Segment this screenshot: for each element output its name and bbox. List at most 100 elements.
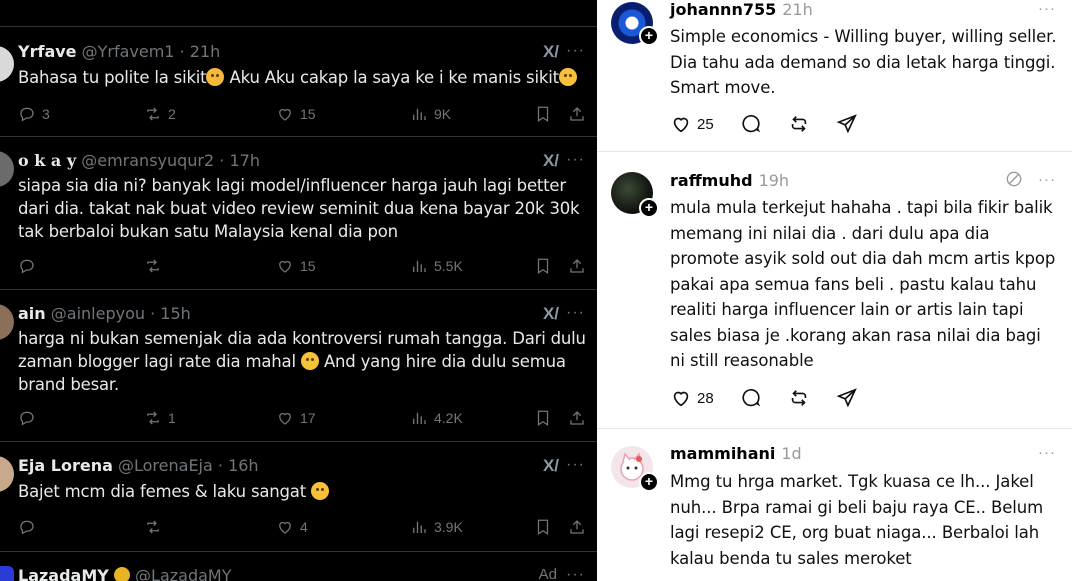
post-text: mula mula terkejut hahaha . tapi bila fi…	[670, 198, 1056, 370]
tweet[interactable]: o k a y @emransyuqur2 · 17h X/ ··· siapa…	[0, 137, 597, 290]
views-button[interactable]: 5.5K	[410, 254, 463, 278]
bookmark-button[interactable]	[534, 406, 552, 430]
handle[interactable]: @emransyuqur2	[81, 151, 214, 170]
avatar[interactable]	[0, 304, 14, 340]
username[interactable]: mammihani	[670, 444, 775, 463]
promoted-tweet[interactable]: LazadaMY @LazadaMY Ad ···	[0, 552, 597, 581]
avatar[interactable]	[0, 566, 14, 581]
views-button[interactable]: 4.2K	[410, 406, 463, 430]
share-button[interactable]	[836, 387, 858, 409]
display-name[interactable]: Yrfave	[18, 42, 77, 61]
grok-icon[interactable]: X/	[543, 304, 559, 324]
post-text: Simple economics - Willing buyer, willin…	[670, 27, 1057, 97]
timestamp[interactable]: 21h	[782, 0, 813, 19]
tweet-actions: 15 5.5K	[18, 254, 588, 278]
like-button[interactable]: 17	[276, 406, 316, 430]
views-count: 5.5K	[434, 258, 463, 274]
hidden-icon[interactable]	[1004, 169, 1024, 194]
follow-plus-icon[interactable]: +	[639, 198, 659, 218]
share-button[interactable]	[568, 254, 586, 278]
handle[interactable]: @Yrfavem1	[82, 42, 175, 61]
reply-button[interactable]	[18, 515, 42, 539]
username[interactable]: johannn755	[670, 0, 776, 19]
tweet[interactable]: Yrfave @Yrfavem1 · 21h X/ ··· Bahasa tu …	[0, 0, 597, 137]
more-options-icon[interactable]: ···	[1038, 171, 1056, 188]
follow-plus-icon[interactable]: +	[639, 472, 659, 492]
like-count: 17	[300, 410, 316, 426]
share-button[interactable]	[568, 515, 586, 539]
timestamp[interactable]: 16h	[228, 456, 259, 475]
grok-icon[interactable]: X/	[543, 151, 559, 171]
separator: ·	[214, 151, 230, 170]
bookmark-button[interactable]	[534, 254, 552, 278]
reply-icon	[18, 257, 36, 275]
avatar[interactable]	[0, 46, 14, 82]
like-count: 28	[697, 389, 714, 407]
follow-plus-icon[interactable]: +	[639, 26, 659, 46]
handle[interactable]: @LazadaMY	[135, 566, 231, 581]
timestamp[interactable]: 21h	[190, 42, 221, 61]
send-icon	[836, 114, 857, 134]
display-name[interactable]: o k a y	[18, 151, 76, 170]
handle[interactable]: @LorenaEja	[118, 456, 213, 475]
reply-count: 3	[42, 106, 50, 122]
repost-button[interactable]	[144, 254, 168, 278]
share-button[interactable]	[568, 102, 586, 126]
grok-icon[interactable]: X/	[543, 42, 559, 62]
like-button[interactable]: 28	[670, 387, 714, 409]
like-button[interactable]: 4	[276, 515, 308, 539]
repost-button[interactable]	[788, 387, 810, 409]
reply-button[interactable]	[18, 406, 42, 430]
display-name[interactable]: Eja Lorena	[18, 456, 113, 475]
repost-button[interactable]: 2	[144, 102, 176, 126]
bookmark-icon	[534, 257, 552, 275]
views-button[interactable]: 9K	[410, 102, 451, 126]
repost-button[interactable]: 1	[144, 406, 176, 430]
separator: ·	[212, 456, 229, 475]
like-button[interactable]: 15	[276, 254, 316, 278]
display-name[interactable]: ain	[18, 304, 46, 323]
grok-icon[interactable]: X/	[543, 456, 559, 476]
repost-button[interactable]	[144, 515, 168, 539]
views-button[interactable]: 3.9K	[410, 515, 463, 539]
bookmark-button[interactable]	[534, 515, 552, 539]
timestamp[interactable]: 1d	[781, 444, 801, 463]
tweet[interactable]: Eja Lorena @LorenaEja · 16h X/ ··· Bajet…	[0, 442, 597, 552]
more-options-icon[interactable]: ···	[1038, 444, 1056, 461]
username[interactable]: raffmuhd	[670, 171, 753, 190]
thread-post[interactable]: + raffmuhd 19h ··· mula mula terkejut hah…	[597, 152, 1072, 429]
avatar[interactable]	[0, 456, 14, 492]
tweet[interactable]: ain @ainlepyou · 15h X/ ··· harga ni buk…	[0, 290, 597, 442]
more-options-icon[interactable]: ···	[566, 151, 585, 169]
reply-button[interactable]	[740, 113, 762, 135]
bookmark-button[interactable]	[534, 102, 552, 126]
more-options-icon[interactable]: ···	[566, 566, 585, 581]
repost-button[interactable]	[788, 113, 810, 135]
like-button[interactable]: 15	[276, 102, 316, 126]
thread-post[interactable]: + johannn755 21h ··· Simple economics - W…	[597, 0, 1072, 152]
post-header: johannn755 21h	[670, 0, 813, 19]
more-options-icon[interactable]: ···	[1038, 0, 1056, 17]
share-icon	[568, 409, 586, 427]
share-button[interactable]	[836, 113, 858, 135]
more-options-icon[interactable]: ···	[566, 42, 585, 60]
repost-icon	[144, 105, 162, 123]
like-button[interactable]: 25	[670, 113, 714, 135]
reply-button[interactable]	[18, 254, 42, 278]
tweet-actions: 4 3.9K	[18, 515, 588, 539]
handle[interactable]: @ainlepyou	[51, 304, 145, 323]
timestamp[interactable]: 17h	[229, 151, 260, 170]
timestamp[interactable]: 15h	[160, 304, 191, 323]
reply-button[interactable]: 3	[18, 102, 50, 126]
display-name[interactable]: LazadaMY	[18, 566, 109, 581]
timestamp[interactable]: 19h	[759, 171, 790, 190]
tweet-text: Bajet mcm dia femes & laku sangat	[18, 480, 587, 503]
more-options-icon[interactable]: ···	[566, 304, 585, 322]
repost-icon	[791, 116, 806, 132]
share-button[interactable]	[568, 406, 586, 430]
thread-post[interactable]: + mammihani 1d ··· Mmg tu hrga market. Tg…	[597, 429, 1072, 581]
reply-button[interactable]	[740, 387, 762, 409]
more-options-icon[interactable]: ···	[566, 456, 585, 474]
tweet-actions: 1 17 4.2K	[18, 406, 588, 430]
avatar[interactable]	[0, 151, 14, 187]
